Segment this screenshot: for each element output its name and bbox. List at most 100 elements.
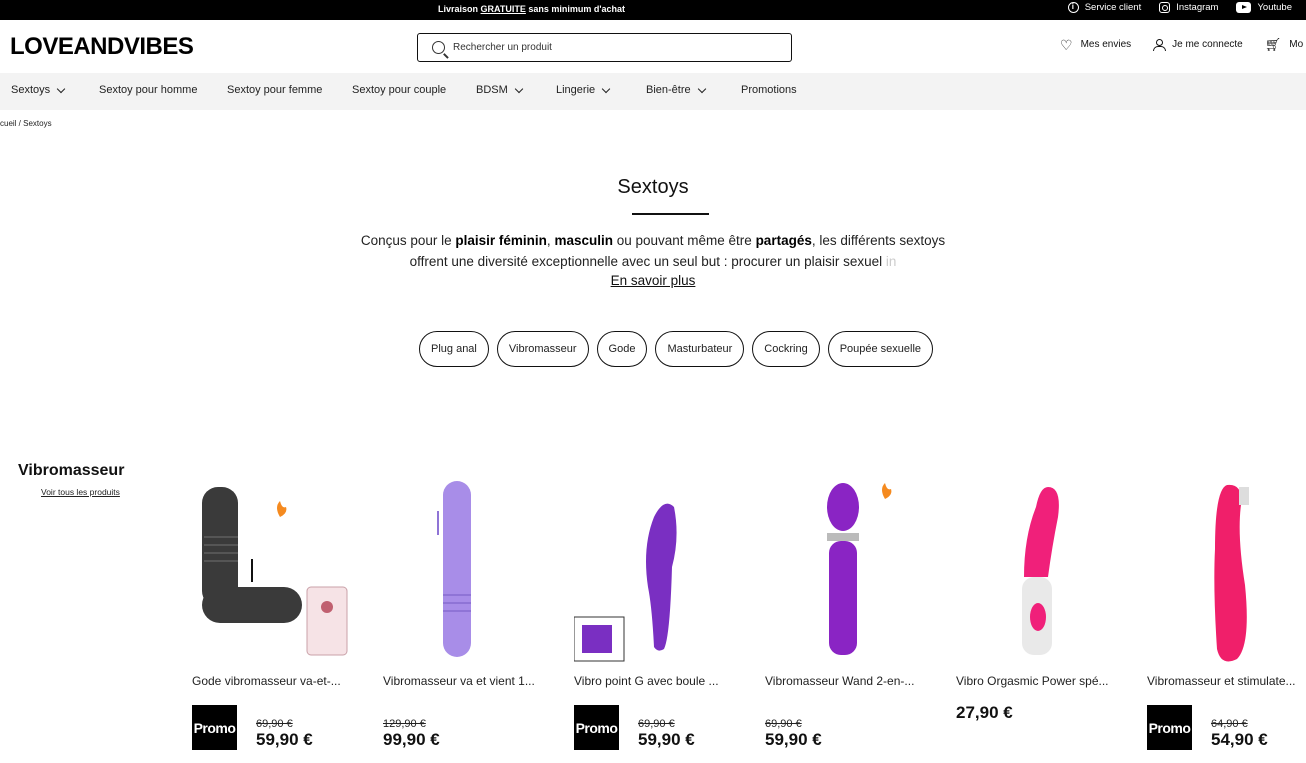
product-name[interactable]: Gode vibromasseur va-et-... xyxy=(192,674,352,688)
service-client-link[interactable]: Service client xyxy=(1067,2,1142,13)
heart-icon: ♡ xyxy=(1060,36,1073,53)
account-label: Je me connecte xyxy=(1172,39,1243,50)
page-title: Sextoys xyxy=(617,176,689,198)
wishlist-label: Mes envies xyxy=(1080,39,1132,50)
read-more: En savoir plus xyxy=(0,273,1306,288)
product-card[interactable]: Vibromasseur Wand 2-en-... 69,90 € 59,90… xyxy=(765,477,935,763)
search-input[interactable] xyxy=(453,42,773,53)
nav-item-sextoys[interactable]: Sextoys xyxy=(11,84,66,96)
desc-text: Conçus pour le xyxy=(360,233,456,248)
product-image[interactable] xyxy=(956,477,1126,667)
promo-prefix: Livraison xyxy=(438,4,479,14)
desc-text: ou pouvant même être xyxy=(612,233,756,248)
old-price: 64,90 € xyxy=(1211,718,1248,730)
nav-item-sextoy-couple[interactable]: Sextoy pour couple xyxy=(352,84,446,96)
chip-masturbateur[interactable]: Masturbateur xyxy=(655,331,745,367)
desc-bold: partagés xyxy=(755,233,812,248)
product-image[interactable] xyxy=(192,477,362,667)
desc-fade: in xyxy=(885,254,897,269)
promo-suffix: sans minimum d'achat xyxy=(528,4,626,14)
old-price: 69,90 € xyxy=(765,718,802,730)
chevron-down-icon xyxy=(601,84,611,93)
nav-item-lingerie[interactable]: Lingerie xyxy=(556,84,611,96)
desc-text: offrent une diversité exceptionnelle ave… xyxy=(409,254,886,269)
nav-item-sextoy-femme[interactable]: Sextoy pour femme xyxy=(227,84,322,96)
search-bar[interactable] xyxy=(417,33,792,62)
chip-vibromasseur[interactable]: Vibromasseur xyxy=(496,331,589,367)
nav-label: BDSM xyxy=(476,84,508,96)
wishlist-link[interactable]: ♡ Mes envies xyxy=(1060,36,1132,53)
promo-highlight[interactable]: GRATUITE xyxy=(481,4,526,14)
nav-label: Bien-être xyxy=(646,84,691,96)
youtube-label: Youtube xyxy=(1257,2,1292,13)
product-name[interactable]: Vibromasseur et stimulate... xyxy=(1147,674,1306,688)
chip-gode[interactable]: Gode xyxy=(596,331,648,367)
chevron-down-icon xyxy=(56,84,66,93)
see-all-link[interactable]: Voir tous les produits xyxy=(41,487,120,497)
section-title: Vibromasseur xyxy=(18,462,125,479)
product-image[interactable] xyxy=(574,477,744,667)
youtube-link[interactable]: Youtube xyxy=(1236,2,1292,13)
nav-label: Sextoy pour femme xyxy=(227,84,323,96)
read-more-link[interactable]: En savoir plus xyxy=(611,273,696,288)
chip-cockring[interactable]: Cockring xyxy=(752,331,820,367)
old-price: 69,90 € xyxy=(638,718,675,730)
product-name[interactable]: Vibro Orgasmic Power spé... xyxy=(956,674,1116,688)
product-image[interactable] xyxy=(1147,477,1306,667)
chevron-down-icon xyxy=(697,84,706,93)
product-price: 59,90 € xyxy=(638,730,695,749)
title-underline xyxy=(632,213,709,215)
search-icon[interactable] xyxy=(432,41,445,54)
promo-badge: Promo xyxy=(574,705,619,750)
main-nav: Sextoys Sextoy pour homme Sextoy pour fe… xyxy=(0,73,1306,110)
nav-label: Promotions xyxy=(741,84,797,96)
breadcrumb[interactable]: ccueil / Sextoys xyxy=(0,119,52,128)
chip-poupee-sexuelle[interactable]: Poupée sexuelle xyxy=(827,331,934,367)
product-name[interactable]: Vibro point G avec boule ... xyxy=(574,674,734,688)
nav-item-bien-etre[interactable]: Bien-être xyxy=(646,84,706,96)
nav-label: Sextoy pour homme xyxy=(99,84,198,96)
nav-item-promotions[interactable]: Promotions xyxy=(741,84,797,96)
instagram-link[interactable]: Instagram xyxy=(1159,2,1218,13)
product-price: 27,90 € xyxy=(956,703,1013,722)
nav-item-sextoy-homme[interactable]: Sextoy pour homme xyxy=(99,84,197,96)
instagram-label: Instagram xyxy=(1176,2,1219,13)
category-description: Conçus pour le plaisir féminin, masculin… xyxy=(0,230,1306,272)
nav-item-bdsm[interactable]: BDSM xyxy=(476,84,524,96)
old-price: 69,90 € xyxy=(256,718,293,730)
product-card[interactable]: Vibromasseur et stimulate... Promo 64,90… xyxy=(1147,477,1306,763)
user-icon xyxy=(1153,39,1167,51)
site-header: LOVEANDVIBES ♡ Mes envies Je me connecte… xyxy=(0,20,1306,73)
product-card[interactable]: Gode vibromasseur va-et-... Promo 69,90 … xyxy=(192,477,362,763)
product-name[interactable]: Vibromasseur Wand 2-en-... xyxy=(765,674,925,688)
chevron-down-icon xyxy=(514,84,524,93)
chip-plug-anal[interactable]: Plug anal xyxy=(419,331,489,367)
nav-label: Sextoys xyxy=(11,84,51,96)
desc-text: , les différents sextoys xyxy=(811,233,946,248)
promo-badge: Promo xyxy=(1147,705,1192,750)
cart-link[interactable]: 🛒︎ Mo xyxy=(1264,36,1304,52)
nav-label: Sextoy pour couple xyxy=(352,84,447,96)
cart-icon: 🛒︎ xyxy=(1264,36,1282,52)
youtube-icon xyxy=(1236,2,1252,13)
shipping-promo: Livraison GRATUITE sans minimum d'achat xyxy=(438,4,625,14)
top-announcement-bar: Livraison GRATUITE sans minimum d'achat … xyxy=(0,0,1306,20)
product-card[interactable]: Vibro Orgasmic Power spé... 27,90 € xyxy=(956,477,1126,763)
product-image[interactable] xyxy=(765,477,935,667)
product-name[interactable]: Vibromasseur va et vient 1... xyxy=(383,674,543,688)
site-logo[interactable]: LOVEANDVIBES xyxy=(10,33,194,61)
product-card[interactable]: Vibro point G avec boule ... Promo 69,90… xyxy=(574,477,744,763)
instagram-icon xyxy=(1159,2,1171,13)
subcategory-chips: Plug anal Vibromasseur Gode Masturbateur… xyxy=(419,331,934,367)
account-link[interactable]: Je me connecte xyxy=(1153,39,1243,51)
nav-label: Lingerie xyxy=(556,84,596,96)
cart-label: Mo xyxy=(1289,39,1304,50)
product-price: 59,90 € xyxy=(256,730,313,749)
product-price: 59,90 € xyxy=(765,730,822,749)
product-price: 99,90 € xyxy=(383,730,440,749)
product-card[interactable]: Vibromasseur va et vient 1... 129,90 € 9… xyxy=(383,477,553,763)
product-image[interactable] xyxy=(383,477,553,667)
promo-badge: Promo xyxy=(192,705,237,750)
desc-bold: plaisir féminin xyxy=(455,233,547,248)
service-client-label: Service client xyxy=(1084,2,1142,13)
